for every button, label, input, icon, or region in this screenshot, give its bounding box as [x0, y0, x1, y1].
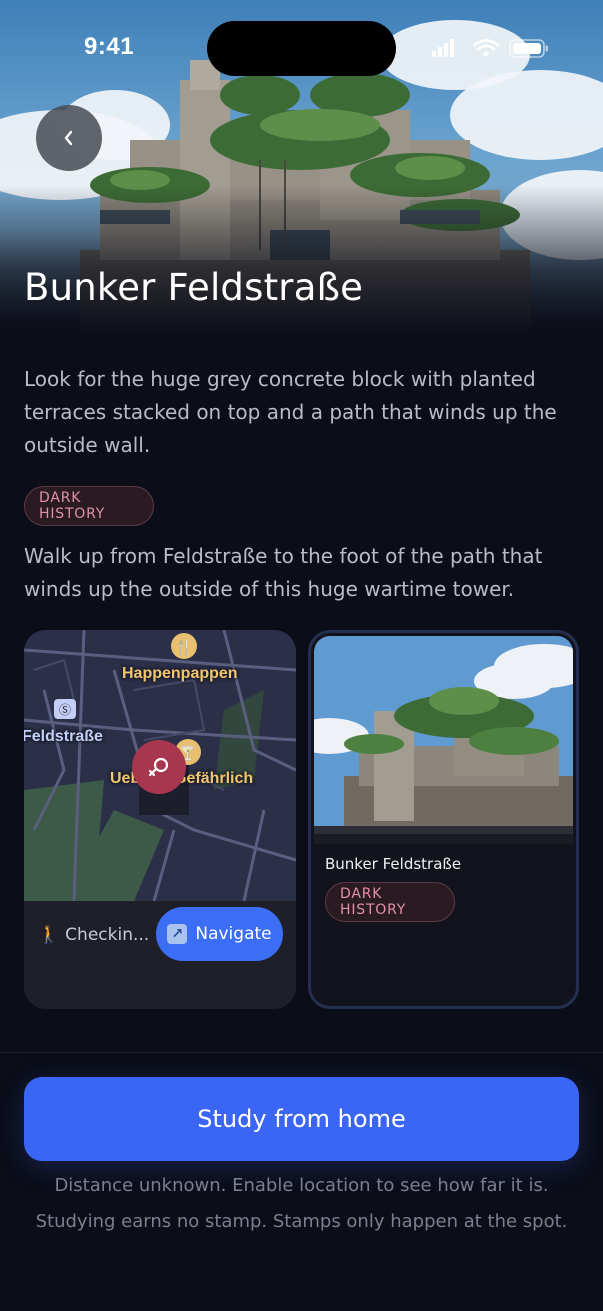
checkin-label: Checkin...	[65, 925, 150, 945]
photo-caption: Bunker Feldstraße	[325, 855, 462, 873]
photo-card[interactable]: Bunker Feldstraße DARK HISTORY	[308, 630, 579, 1009]
bunker-photo	[314, 636, 573, 844]
map-label-station: Feldstraße	[24, 728, 103, 745]
navigate-label: Navigate	[195, 924, 272, 944]
walking-icon: 🚶	[38, 925, 60, 945]
status-bar: 9:41	[0, 0, 603, 96]
map-pin-icon[interactable]	[132, 740, 186, 794]
battery-icon	[509, 39, 548, 58]
svg-text:Ⓢ: Ⓢ	[59, 703, 71, 717]
map-footer: 🚶 Checkin... ↗ Navigate	[24, 901, 296, 1009]
map-label-restaurant: Happenpappen	[122, 665, 238, 682]
bunker-icon	[148, 757, 169, 777]
status-time: 9:41	[84, 33, 135, 60]
arrow-up-right-icon: ↗	[167, 924, 188, 944]
study-from-home-button[interactable]: Study from home	[24, 1077, 579, 1161]
photo-category-tag: DARK HISTORY	[325, 882, 455, 922]
signal-icon	[432, 39, 454, 57]
dynamic-island	[207, 21, 396, 76]
chevron-left-icon	[64, 130, 73, 146]
checkin-status: 🚶 Checkin...	[38, 925, 149, 945]
navigate-button[interactable]: ↗ Navigate	[156, 907, 283, 961]
map-view[interactable]: 🍴 Ⓢ 🍸 Happenpappen Feldstraße Uebel & Ge…	[24, 630, 296, 902]
divider	[0, 1052, 603, 1053]
back-button[interactable]	[36, 105, 102, 171]
directions-text: Walk up from Feldstraße to the foot of t…	[24, 544, 543, 601]
page-title: Bunker Feldstraße	[24, 266, 364, 309]
status-icons	[432, 39, 548, 58]
spot-photo	[314, 636, 573, 844]
svg-text:🍴: 🍴	[175, 638, 194, 656]
wifi-icon	[472, 39, 500, 51]
spot-description: Look for the huge grey concrete block wi…	[24, 367, 557, 457]
category-tag: DARK HISTORY	[24, 486, 154, 526]
distance-footnote: Distance unknown. Enable location to see…	[35, 1175, 568, 1232]
map-card[interactable]: 🍴 Ⓢ 🍸 Happenpappen Feldstraße Uebel & Ge…	[24, 630, 296, 1009]
